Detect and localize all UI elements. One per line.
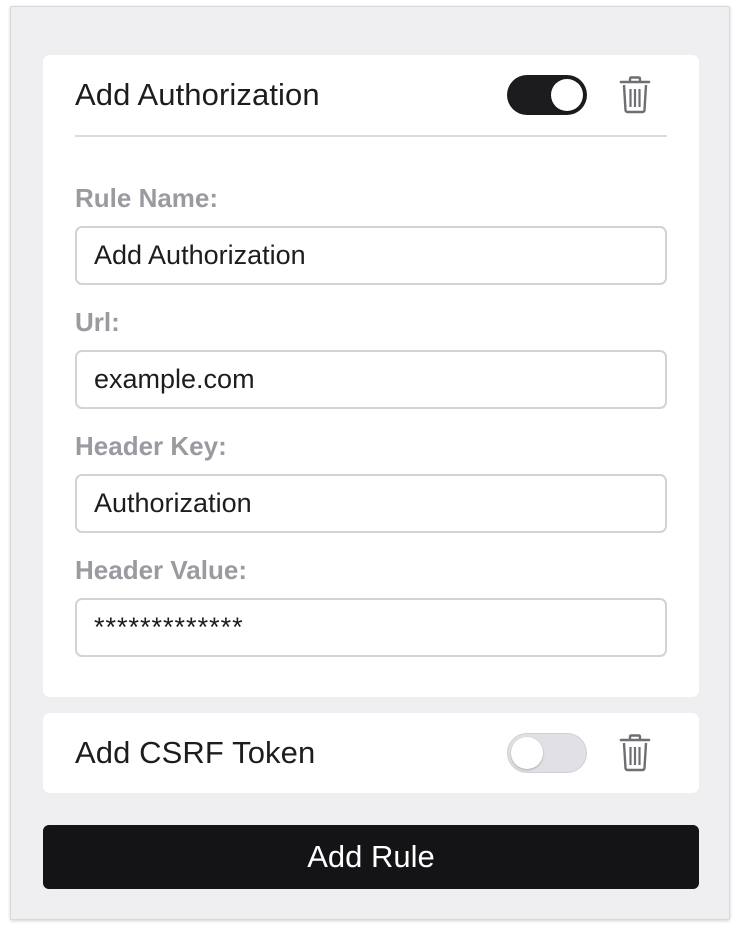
rule-name-input[interactable]: Add Authorization <box>75 226 667 285</box>
rule-enabled-toggle[interactable] <box>507 75 587 115</box>
header-key-input[interactable]: Authorization <box>75 474 667 533</box>
add-rule-button[interactable]: Add Rule <box>43 825 699 889</box>
rule-card-header[interactable]: Add Authorization <box>75 55 667 137</box>
header-value-input[interactable]: ************* <box>75 598 667 657</box>
rule-title: Add CSRF Token <box>75 735 316 770</box>
delete-rule-button[interactable] <box>619 734 651 772</box>
rule-card-authorization: Add Authorization Rule Name: Add Authori… <box>43 55 699 697</box>
toggle-knob <box>511 737 543 769</box>
url-input[interactable]: example.com <box>75 350 667 409</box>
url-label: Url: <box>75 307 120 337</box>
rule-enabled-toggle[interactable] <box>507 733 587 773</box>
rule-card-csrf: Add CSRF Token <box>43 713 699 793</box>
toggle-knob <box>551 79 583 111</box>
header-value-label: Header Value: <box>75 555 247 585</box>
rule-title: Add Authorization <box>75 77 320 112</box>
rule-card-header[interactable]: Add CSRF Token <box>75 713 667 793</box>
rules-panel: Add Authorization Rule Name: Add Authori… <box>10 6 730 920</box>
header-key-label: Header Key: <box>75 431 227 461</box>
trash-icon <box>619 734 651 772</box>
delete-rule-button[interactable] <box>619 76 651 114</box>
rule-name-label: Rule Name: <box>75 183 219 213</box>
trash-icon <box>619 76 651 114</box>
